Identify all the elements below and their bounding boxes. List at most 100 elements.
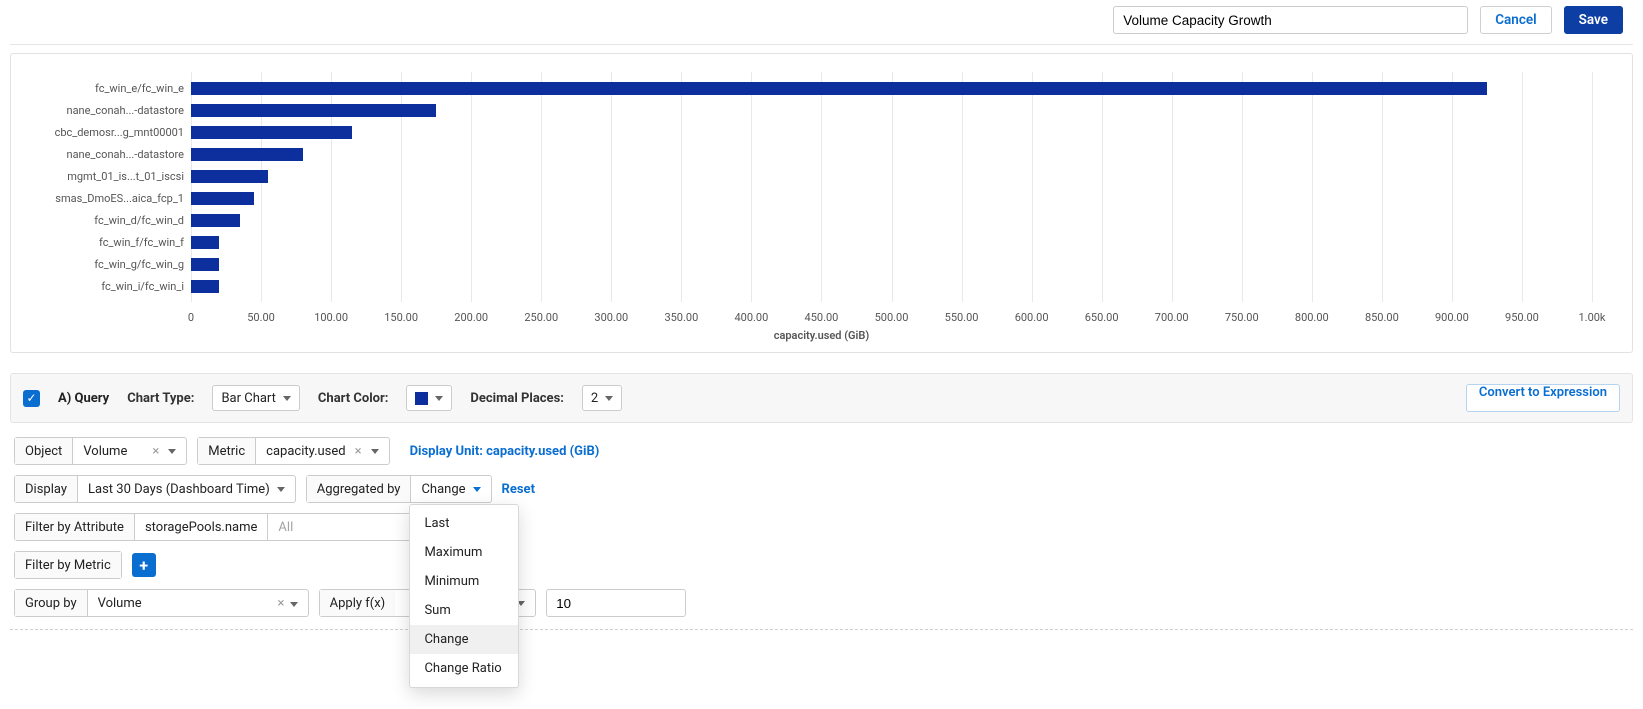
dropdown-item[interactable]: Minimum	[410, 567, 518, 596]
clear-icon[interactable]: ×	[353, 444, 364, 459]
aggregated-by-dropdown: LastMaximumMinimumSumChangeChange Ratio	[409, 504, 519, 688]
x-tick-label: 550.00	[945, 311, 979, 324]
filter-metric-row: Filter by Metric	[14, 551, 122, 579]
chevron-down-icon	[277, 487, 285, 492]
chevron-down-icon	[290, 602, 298, 607]
x-tick-label: 700.00	[1155, 311, 1189, 324]
query-config-panel: ✓ A) Query Chart Type: Bar Chart Chart C…	[10, 373, 1633, 423]
y-category-label: fc_win_d/fc_win_d	[31, 214, 191, 227]
chart-type-value: Bar Chart	[221, 391, 275, 406]
x-tick-label: 100.00	[314, 311, 348, 324]
x-tick-label: 150.00	[384, 311, 418, 324]
x-tick-label: 450.00	[805, 311, 839, 324]
chart-x-axis-label: capacity.used (GiB)	[31, 329, 1612, 342]
cancel-button[interactable]: Cancel	[1480, 6, 1551, 34]
decimal-places-select[interactable]: 2	[582, 385, 622, 411]
chart-plot-area: 050.00100.00150.00200.00250.00300.00350.…	[191, 72, 1592, 302]
y-category-label: fc_win_e/fc_win_e	[31, 82, 191, 95]
chart-bar	[191, 258, 219, 271]
dropdown-item[interactable]: Change Ratio	[410, 654, 518, 683]
x-tick-label: 500.00	[875, 311, 909, 324]
object-value: Volume	[83, 444, 143, 459]
chart-bar-row: mgmt_01_is...t_01_iscsi	[191, 165, 1592, 187]
chart-bar	[191, 82, 1487, 95]
filter-attribute-label: Filter by Attribute	[15, 514, 135, 540]
add-filter-metric-button[interactable]: +	[132, 553, 156, 577]
x-tick-label: 750.00	[1225, 311, 1259, 324]
chart-bar-row: fc_win_e/fc_win_e	[191, 77, 1592, 99]
chart-bar	[191, 214, 240, 227]
display-value: Last 30 Days (Dashboard Time)	[88, 482, 270, 497]
object-selector[interactable]: Object Volume ×	[14, 437, 187, 465]
x-tick-label: 900.00	[1435, 311, 1469, 324]
chart-bar-row: fc_win_d/fc_win_d	[191, 209, 1592, 231]
display-label: Display	[15, 476, 78, 502]
group-by-selector[interactable]: Group by Volume ×	[14, 589, 309, 617]
save-button[interactable]: Save	[1564, 6, 1623, 34]
query-enabled-checkbox[interactable]: ✓	[23, 390, 40, 407]
grid-line	[1592, 72, 1593, 302]
chart-bar	[191, 192, 254, 205]
chevron-down-icon	[473, 487, 481, 492]
reset-link[interactable]: Reset	[502, 482, 535, 497]
dashed-divider	[10, 629, 1633, 630]
filter-metric-label: Filter by Metric	[15, 552, 121, 578]
chart-panel: 050.00100.00150.00200.00250.00300.00350.…	[10, 53, 1633, 353]
metric-label: Metric	[198, 438, 256, 464]
y-category-label: mgmt_01_is...t_01_iscsi	[31, 170, 191, 183]
dropdown-item[interactable]: Maximum	[410, 538, 518, 567]
chart-bar-row: nane_conah...-datastore	[191, 99, 1592, 121]
query-controls: Object Volume × Metric capacity.used × D…	[10, 437, 1633, 617]
group-by-label: Group by	[15, 590, 88, 616]
display-unit-link[interactable]: Display Unit: capacity.used (GiB)	[410, 444, 600, 459]
clear-icon[interactable]: ×	[275, 596, 286, 611]
y-category-label: cbc_demosr...g_mnt00001	[31, 126, 191, 139]
aggregated-by-label: Aggregated by	[307, 476, 412, 502]
object-label: Object	[15, 438, 73, 464]
chevron-down-icon	[371, 449, 379, 454]
chart-bar-row: fc_win_i/fc_win_i	[191, 275, 1592, 297]
chart-type-select[interactable]: Bar Chart	[212, 385, 299, 411]
query-row-label: A) Query	[58, 391, 109, 406]
metric-selector[interactable]: Metric capacity.used ×	[197, 437, 389, 465]
y-category-label: fc_win_f/fc_win_f	[31, 236, 191, 249]
clear-icon[interactable]: ×	[150, 444, 161, 459]
chart-bar	[191, 236, 219, 249]
chart-bar-row: fc_win_f/fc_win_f	[191, 231, 1592, 253]
x-tick-label: 50.00	[247, 311, 275, 324]
x-tick-label: 1.00k	[1578, 311, 1605, 324]
chart-bar	[191, 170, 268, 183]
chart-bar	[191, 148, 303, 161]
color-swatch-icon	[415, 392, 428, 405]
convert-to-expression-button[interactable]: Convert to Expression	[1466, 384, 1620, 412]
x-tick-label: 300.00	[594, 311, 628, 324]
chevron-down-icon	[168, 449, 176, 454]
x-tick-label: 350.00	[664, 311, 698, 324]
x-tick-label: 600.00	[1015, 311, 1049, 324]
dropdown-item[interactable]: Sum	[410, 596, 518, 625]
chart-bar-row: fc_win_g/fc_win_g	[191, 253, 1592, 275]
y-category-label: fc_win_g/fc_win_g	[31, 258, 191, 271]
x-tick-label: 250.00	[524, 311, 558, 324]
chart-bar	[191, 104, 436, 117]
x-tick-label: 400.00	[734, 311, 768, 324]
x-tick-label: 850.00	[1365, 311, 1399, 324]
chevron-down-icon	[605, 396, 613, 401]
limit-input[interactable]	[546, 589, 686, 617]
aggregated-by-selector[interactable]: Aggregated by Change	[306, 475, 492, 503]
widget-title-input[interactable]	[1113, 6, 1468, 34]
y-category-label: nane_conah...-datastore	[31, 104, 191, 117]
dropdown-item[interactable]: Last	[410, 509, 518, 538]
decimal-places-label: Decimal Places:	[470, 391, 563, 406]
metric-value: capacity.used	[266, 444, 345, 459]
x-tick-label: 800.00	[1295, 311, 1329, 324]
chart-type-label: Chart Type:	[127, 391, 194, 406]
dropdown-item[interactable]: Change	[410, 625, 518, 654]
display-range-selector[interactable]: Display Last 30 Days (Dashboard Time)	[14, 475, 296, 503]
chart-color-label: Chart Color:	[318, 391, 389, 406]
chart-color-select[interactable]	[406, 385, 452, 411]
chevron-down-icon	[435, 396, 443, 401]
chart-bar-row: cbc_demosr...g_mnt00001	[191, 121, 1592, 143]
chart-bar-row: nane_conah...-datastore	[191, 143, 1592, 165]
x-tick-label: 200.00	[454, 311, 488, 324]
